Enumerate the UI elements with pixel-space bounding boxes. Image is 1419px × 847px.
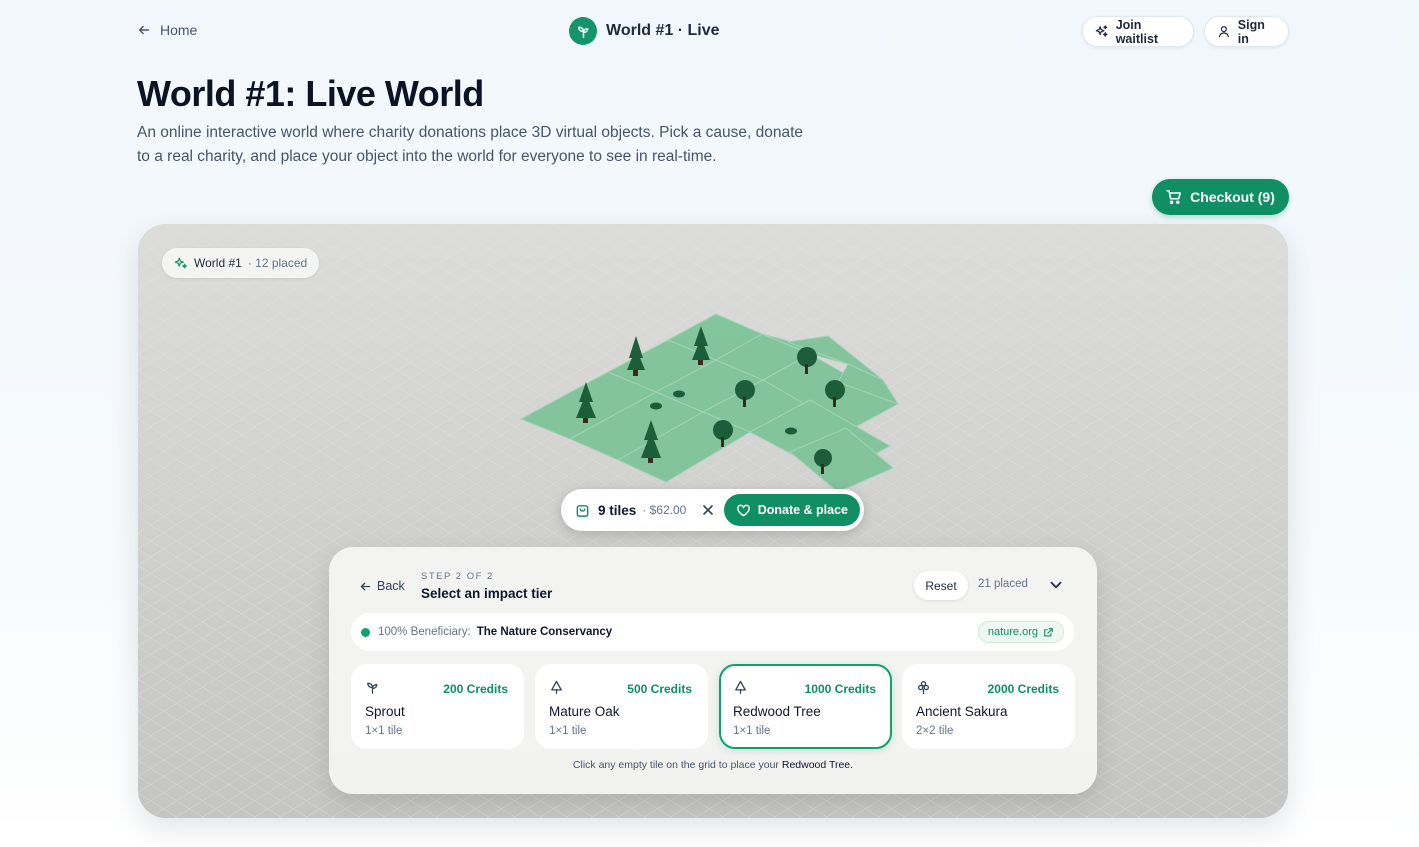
impact-tier-panel: Back STEP 2 OF 2 Select an impact tier R… xyxy=(329,547,1097,794)
top-navigation: Home World #1 · Live Join waitlist Sign … xyxy=(0,0,1419,62)
step-title: Select an impact tier xyxy=(421,586,553,601)
world-badge-name: World #1 xyxy=(194,256,242,270)
tier-credits: 500 Credits xyxy=(627,682,692,696)
home-link[interactable]: Home xyxy=(137,22,197,38)
tier-card-sprout[interactable]: 200 Credits Sprout 1×1 tile xyxy=(351,664,524,749)
donate-and-place-button[interactable]: Donate & place xyxy=(723,494,860,526)
sprout-model xyxy=(673,390,685,398)
selected-amount: · $62.00 xyxy=(642,503,687,517)
tier-card-mature-oak[interactable]: 500 Credits Mature Oak 1×1 tile xyxy=(535,664,708,749)
beneficiary-name: The Nature Conservancy xyxy=(476,626,613,638)
back-button[interactable]: Back xyxy=(359,579,405,593)
shopping-bag-icon xyxy=(576,504,589,517)
join-waitlist-button[interactable]: Join waitlist xyxy=(1082,16,1194,47)
brand: World #1 · Live xyxy=(569,17,720,45)
status-dot xyxy=(361,627,370,637)
tree-icon xyxy=(551,680,562,694)
sign-in-button[interactable]: Sign in xyxy=(1204,16,1289,47)
sprout-icon xyxy=(367,682,378,694)
selection-bar: 9 tiles · $62.00 Donate & place xyxy=(561,489,864,531)
beneficiary-link-label: nature.org xyxy=(987,626,1038,638)
tier-credits: 1000 Credits xyxy=(804,682,876,696)
beneficiary-bar: 100% Beneficiary: The Nature Conservancy… xyxy=(351,613,1074,651)
tree-icon xyxy=(735,680,746,694)
placement-hint-text: Click any empty tile on the grid to plac… xyxy=(572,759,779,771)
chevron-down-icon[interactable] xyxy=(1047,576,1065,594)
home-label: Home xyxy=(160,22,198,38)
external-link-icon xyxy=(1044,627,1053,636)
world-badge-count: · 12 placed xyxy=(247,256,308,270)
tier-size: 1×1 tile xyxy=(733,725,771,737)
reset-button[interactable]: Reset xyxy=(914,571,968,600)
cart-icon xyxy=(1166,190,1182,205)
placed-count: 21 placed xyxy=(978,578,1028,590)
step-indicator: STEP 2 OF 2 xyxy=(421,571,494,582)
checkout-button[interactable]: Checkout (9) xyxy=(1152,179,1289,215)
selected-tiles-count: 9 tiles xyxy=(598,502,637,518)
heart-icon xyxy=(736,504,750,516)
tier-name: Sprout xyxy=(365,704,405,719)
tier-credits: 2000 Credits xyxy=(987,682,1059,696)
brand-title: World #1 · Live xyxy=(606,22,720,39)
sakura-icon xyxy=(917,681,930,695)
join-waitlist-label: Join waitlist xyxy=(1115,17,1159,46)
back-label: Back xyxy=(377,579,405,593)
beneficiary-label: 100% Beneficiary: xyxy=(378,626,471,638)
world-viewport[interactable]: World #1 · 12 placed 9 tiles · $62.00 Do… xyxy=(138,224,1288,818)
tier-size: 1×1 tile xyxy=(549,725,587,737)
user-icon xyxy=(1218,26,1229,38)
checkout-label: Checkout (9) xyxy=(1190,189,1275,205)
page-description: An online interactive world where charit… xyxy=(137,124,804,165)
world-badge: World #1 · 12 placed xyxy=(162,248,320,278)
sprout-model xyxy=(650,402,662,410)
donate-and-place-label: Donate & place xyxy=(757,503,848,517)
arrow-left-icon xyxy=(360,582,371,590)
tier-credits: 200 Credits xyxy=(443,682,508,696)
arrow-left-icon xyxy=(138,25,150,35)
tier-name: Ancient Sakura xyxy=(916,704,1008,719)
sparkles-icon xyxy=(174,257,187,269)
sparkles-icon xyxy=(1095,25,1108,37)
tier-size: 1×1 tile xyxy=(365,725,403,737)
sprout-model xyxy=(785,427,797,435)
page-title: World #1: Live World xyxy=(137,73,484,114)
tier-card-ancient-sakura[interactable]: 2000 Credits Ancient Sakura 2×2 tile xyxy=(902,664,1075,749)
sign-in-label: Sign in xyxy=(1237,17,1265,46)
beneficiary-link[interactable]: nature.org xyxy=(977,621,1064,643)
placement-hint-object: Redwood Tree. xyxy=(781,759,854,771)
tier-name: Mature Oak xyxy=(549,704,620,719)
placement-hint: Click any empty tile on the grid to plac… xyxy=(329,759,1097,771)
close-icon[interactable] xyxy=(700,502,716,518)
tier-card-redwood-tree[interactable]: 1000 Credits Redwood Tree 1×1 tile xyxy=(719,664,892,749)
sprout-logo-icon xyxy=(569,17,597,45)
tier-name: Redwood Tree xyxy=(733,704,821,719)
tier-size: 2×2 tile xyxy=(916,725,954,737)
